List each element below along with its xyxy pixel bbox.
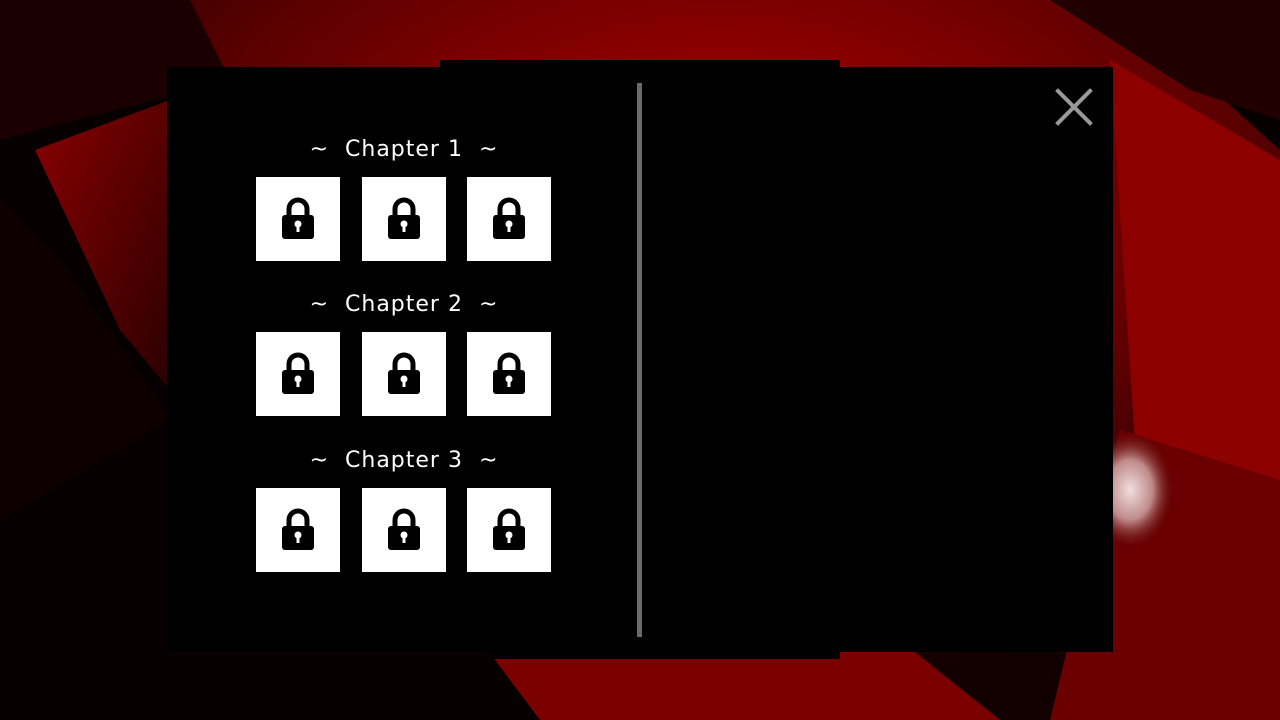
locked-slot[interactable]: [362, 332, 446, 416]
panel-edge-bottom: [490, 651, 840, 659]
locked-slot[interactable]: [256, 177, 340, 261]
lock-icon: [282, 197, 314, 239]
lock-icon: [388, 508, 420, 550]
chapter-slots: [256, 332, 552, 416]
locked-slot[interactable]: [467, 177, 551, 261]
chapter-slots: [256, 177, 552, 261]
lock-icon: [493, 197, 525, 239]
locked-slot[interactable]: [256, 488, 340, 572]
lock-icon: [388, 352, 420, 394]
chapter-title: ~ Chapter 3 ~: [309, 448, 499, 473]
lock-icon: [493, 352, 525, 394]
close-icon: [1055, 88, 1093, 126]
lock-icon: [388, 197, 420, 239]
chapter-slots: [256, 488, 552, 572]
locked-slot[interactable]: [362, 177, 446, 261]
locked-slot[interactable]: [256, 332, 340, 416]
locked-slot[interactable]: [362, 488, 446, 572]
lock-icon: [282, 508, 314, 550]
locked-slot[interactable]: [467, 488, 551, 572]
game-scene: ~ Chapter 1 ~ ~ Chapter 2 ~ ~ Chapter 3 …: [0, 0, 1280, 720]
lock-icon: [282, 352, 314, 394]
close-button[interactable]: [1053, 86, 1095, 128]
panel-divider: [637, 83, 642, 637]
chapter-title: ~ Chapter 1 ~: [309, 137, 499, 162]
chapter-title: ~ Chapter 2 ~: [309, 292, 499, 317]
lock-icon: [493, 508, 525, 550]
locked-slot[interactable]: [467, 332, 551, 416]
